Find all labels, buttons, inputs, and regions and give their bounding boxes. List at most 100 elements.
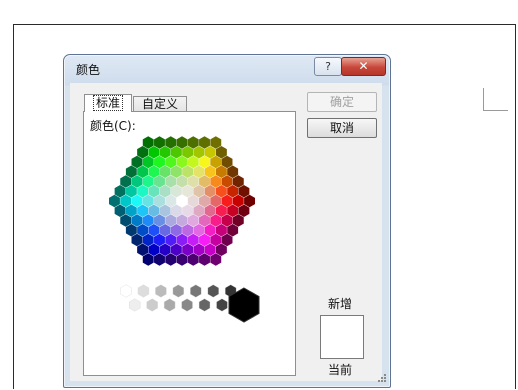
color-hex-cell[interactable] <box>193 223 205 237</box>
color-hex-cell[interactable] <box>120 194 132 208</box>
color-hex-cell[interactable] <box>176 155 188 169</box>
color-hex-cell[interactable] <box>210 155 222 169</box>
color-hex-cell[interactable] <box>131 233 143 247</box>
ok-button[interactable]: 确定 <box>307 92 377 112</box>
color-hex-cell[interactable] <box>159 223 171 237</box>
color-hex-cell[interactable] <box>199 175 210 188</box>
color-hex-cell[interactable] <box>165 253 177 266</box>
color-hex-cell[interactable] <box>210 214 222 227</box>
color-hex-cell[interactable] <box>148 204 160 218</box>
color-hex-cell[interactable] <box>210 194 222 208</box>
color-hex-cell[interactable] <box>210 233 222 247</box>
color-hex-cell[interactable] <box>193 243 205 257</box>
color-hex-cell[interactable] <box>232 214 244 227</box>
color-hex-cell[interactable] <box>232 175 244 188</box>
color-hex-cell[interactable] <box>221 194 233 208</box>
color-hex-cell[interactable] <box>142 214 154 227</box>
gray-hex-cell[interactable] <box>190 284 202 298</box>
color-hex-cell[interactable] <box>170 204 182 218</box>
color-hex-cell[interactable] <box>215 184 227 198</box>
color-hex-cell[interactable] <box>210 253 222 266</box>
color-hex-cell[interactable] <box>142 136 154 149</box>
color-hex-cell[interactable] <box>125 223 137 237</box>
color-hex-cell[interactable] <box>215 223 227 237</box>
color-hex-cell[interactable] <box>148 243 160 257</box>
gray-hex-cell[interactable] <box>172 284 185 298</box>
gray-hex-cell[interactable] <box>198 298 211 312</box>
color-hex-cell[interactable] <box>154 253 165 266</box>
color-hex-cell[interactable] <box>176 214 188 227</box>
color-hex-cell[interactable] <box>159 204 171 218</box>
color-hex-cell[interactable] <box>182 145 194 159</box>
tab-standard[interactable]: 标准 <box>84 94 132 112</box>
color-hex-cell[interactable] <box>137 243 149 257</box>
color-hex-cell[interactable] <box>165 194 177 208</box>
color-hex-cell[interactable] <box>154 175 165 188</box>
color-hex-cell[interactable] <box>221 214 233 227</box>
color-hex-cell[interactable] <box>159 184 171 198</box>
color-hex-cell[interactable] <box>125 165 137 179</box>
color-hex-cell[interactable] <box>204 184 216 198</box>
color-hex-cell[interactable] <box>148 184 160 198</box>
color-hex-cell[interactable] <box>142 253 154 266</box>
color-hex-cell[interactable] <box>199 233 210 247</box>
color-hex-cell[interactable] <box>182 204 194 218</box>
cancel-button[interactable]: 取消 <box>307 118 377 138</box>
color-hex-cell[interactable] <box>170 243 182 257</box>
color-hex-cell[interactable] <box>165 214 177 227</box>
color-hex-cell[interactable] <box>199 214 210 227</box>
gray-hex-cell[interactable] <box>207 284 219 298</box>
color-hex-cell[interactable] <box>165 136 177 149</box>
color-hex-cell[interactable] <box>154 136 165 149</box>
color-hex-cell[interactable] <box>131 175 143 188</box>
color-hex-cell[interactable] <box>142 155 154 169</box>
color-hex-cell[interactable] <box>221 155 233 169</box>
gray-hex-cell[interactable] <box>120 284 132 298</box>
gray-hex-cell[interactable] <box>155 284 167 298</box>
color-hex-cell[interactable] <box>159 243 171 257</box>
color-hex-cell[interactable] <box>187 155 199 169</box>
color-hex-cell[interactable] <box>137 165 149 179</box>
color-hex-cell[interactable] <box>244 194 256 208</box>
color-hex-cell[interactable] <box>120 214 132 227</box>
color-hex-cell[interactable] <box>148 223 160 237</box>
color-hex-cell[interactable] <box>137 204 149 218</box>
color-hex-cell[interactable] <box>204 204 216 218</box>
color-hex-cell[interactable] <box>187 214 199 227</box>
color-hex-cell[interactable] <box>199 253 210 266</box>
color-hex-cell[interactable] <box>108 194 120 208</box>
color-hex-cell[interactable] <box>142 233 154 247</box>
color-hex-cell[interactable] <box>238 204 250 218</box>
color-hex-cell[interactable] <box>193 204 205 218</box>
color-hex-cell[interactable] <box>204 165 216 179</box>
color-hex-cell[interactable] <box>215 204 227 218</box>
color-hex-cell[interactable] <box>227 184 239 198</box>
color-hex-cell[interactable] <box>232 194 244 208</box>
color-hex-cell[interactable] <box>210 136 222 149</box>
color-hex-cell[interactable] <box>187 233 199 247</box>
color-hex-cell[interactable] <box>221 233 233 247</box>
color-hex-cell[interactable] <box>227 223 239 237</box>
color-hex-cell[interactable] <box>131 155 143 169</box>
color-hex-cell[interactable] <box>176 253 188 266</box>
grayscale-hex-row[interactable] <box>118 279 238 317</box>
color-hex-cell[interactable] <box>182 243 194 257</box>
color-hex-cell[interactable] <box>131 194 143 208</box>
color-hex-cell[interactable] <box>170 223 182 237</box>
color-hex-cell[interactable] <box>154 214 165 227</box>
color-hex-cell[interactable] <box>210 175 222 188</box>
color-hex-cell[interactable] <box>176 194 188 208</box>
color-hex-cell[interactable] <box>154 155 165 169</box>
resize-grip-icon[interactable] <box>377 373 387 383</box>
color-hex-cell[interactable] <box>176 136 188 149</box>
color-hex-cell[interactable] <box>165 233 177 247</box>
color-hex-cell[interactable] <box>137 184 149 198</box>
color-hex-cell[interactable] <box>199 155 210 169</box>
color-hex-cell[interactable] <box>187 194 199 208</box>
tab-custom[interactable]: 自定义 <box>133 96 187 112</box>
close-button[interactable]: ✕ <box>341 57 386 76</box>
color-hex-cell[interactable] <box>120 175 132 188</box>
color-hex-cell[interactable] <box>165 155 177 169</box>
color-hex-cell[interactable] <box>187 253 199 266</box>
color-hex-cell[interactable] <box>148 145 160 159</box>
